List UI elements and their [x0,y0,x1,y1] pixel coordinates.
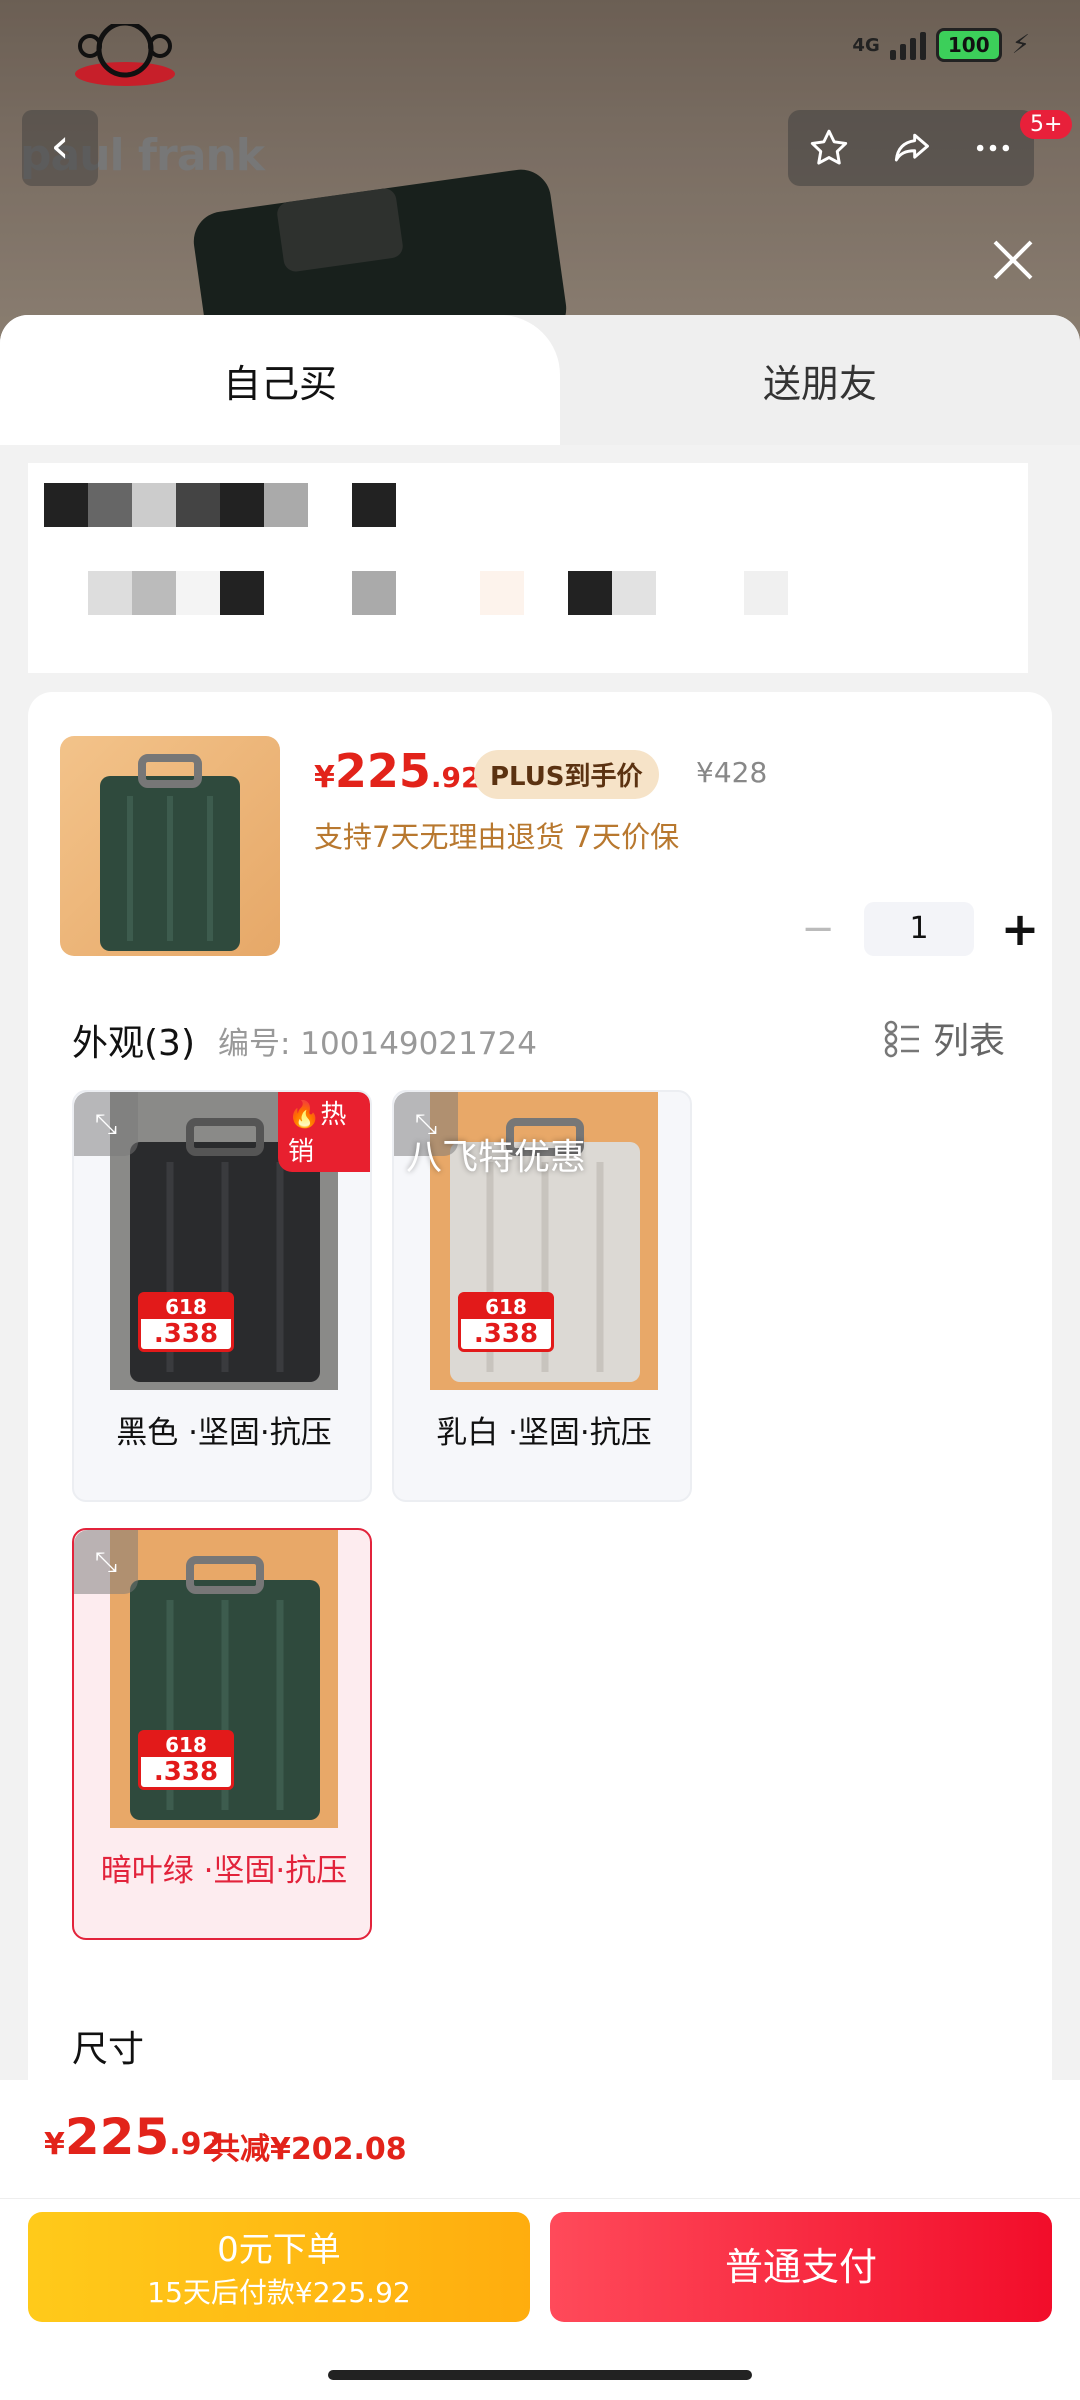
battery-icon: 100 [935,28,1002,62]
signal-icon [889,30,926,60]
expand-icon[interactable]: ⤡ [74,1530,138,1594]
plus-price-tag: PLUS到手价 [474,750,659,799]
decrease-button[interactable]: − [798,906,838,952]
total-price: ¥225.92 [44,2108,223,2166]
quantity-input[interactable]: 1 [864,902,974,956]
home-indicator [328,2370,752,2380]
top-action-bar [788,110,1034,186]
purchase-mode-tabs: 送朋友 自己买 [0,315,1080,445]
size-title: 尺寸 [72,2029,145,2070]
option-label: 暗叶绿 ·坚固·抗压 [100,1853,348,1889]
appearance-title: 外观(3) [72,1023,195,1064]
brand-logo [75,24,175,86]
tab-gift[interactable]: 送朋友 [560,315,1080,445]
return-policy: 支持7天无理由退货 7天价保 [314,820,680,854]
network-type: 4G [852,34,880,56]
list-view-label: 列表 [933,1021,1006,1062]
more-icon[interactable] [971,126,1015,170]
promo-tag: 618.338 [138,1730,234,1790]
address-card[interactable] [28,463,1028,673]
list-view-toggle[interactable]: 列表 [883,1012,1005,1064]
sku-option-white[interactable]: 618.338 ⤡ 八飞特优惠 乳白 ·坚固·抗压 [392,1090,692,1502]
share-icon[interactable] [889,126,933,170]
charging-icon: ⚡ [1011,30,1030,60]
purchase-sheet: 送朋友 自己买 ¥225.92 PLUS到手价 ¥428 支持7天无理由退货 7… [0,315,1080,2080]
promo-tag: 618.338 [458,1292,554,1352]
expand-icon[interactable]: ⤡ [74,1092,138,1156]
original-price: ¥428 [696,756,768,789]
back-button[interactable]: ‹ [22,110,98,186]
product-code: 编号: 100149021724 [218,1026,537,1062]
option-image: 618.338 [110,1530,338,1828]
total-saving: 共减¥202.08 [210,2132,407,2167]
unit-price: ¥225.92 [314,744,481,798]
sku-card: ¥225.92 PLUS到手价 ¥428 支持7天无理由退货 7天价保 − 1 … [28,692,1052,2080]
pay-later-button[interactable]: 0元下单 15天后付款¥225.92 [28,2212,530,2322]
option-label: 乳白 ·坚固·抗压 [436,1415,652,1451]
increase-button[interactable]: + [1000,902,1040,956]
close-icon[interactable] [985,232,1041,288]
product-thumbnail[interactable] [60,736,280,956]
status-bar: 4G 100 ⚡ [852,28,1030,62]
suitcase-image [100,754,240,951]
hot-sale-badge: 🔥热销 [278,1092,370,1172]
promo-tag: 618.338 [138,1292,234,1352]
checkout-bar: ¥225.92 共减¥202.08 0元下单 15天后付款¥225.92 普通支… [0,2080,1080,2400]
tab-self[interactable]: 自己买 [0,315,560,445]
option-label: 黑色 ·坚固·抗压 [116,1415,332,1451]
promo-overlay-text: 八飞特优惠 [406,1137,587,1178]
sku-option-black[interactable]: 618.338 ⤡ 🔥热销 黑色 ·坚固·抗压 [72,1090,372,1502]
pay-now-button[interactable]: 普通支付 [550,2212,1052,2322]
favorite-star-icon[interactable] [807,126,851,170]
sku-option-green[interactable]: 618.338 ⤡ 暗叶绿 ·坚固·抗压 [72,1528,372,1940]
quantity-stepper: − 1 + [798,902,1040,956]
notification-badge: 5+ [1020,110,1073,139]
list-icon [884,1020,919,1058]
